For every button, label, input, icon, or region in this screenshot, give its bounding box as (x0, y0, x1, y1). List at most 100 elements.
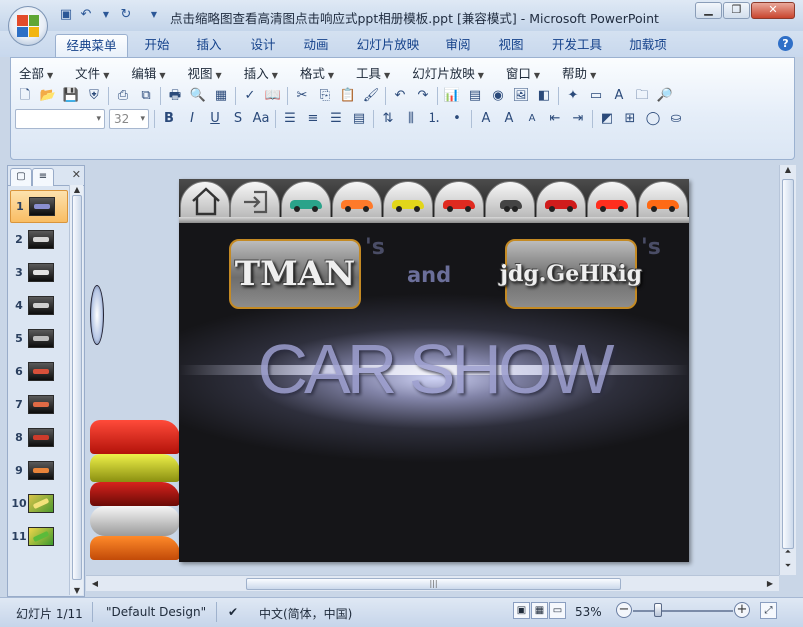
publish-icon[interactable]: ⧉ (136, 86, 156, 106)
menu-insert[interactable]: 插入 ▼ (244, 63, 278, 82)
slide-thumb[interactable]: 9 (10, 454, 68, 487)
language-indicator[interactable]: 中文(简体，中国) (259, 605, 352, 622)
slide-thumb[interactable]: 11 (10, 520, 68, 553)
shape-icon[interactable]: ◯ (643, 109, 663, 129)
undo-icon[interactable]: ↶ (78, 7, 94, 23)
preview-icon[interactable]: 🔍 (188, 86, 208, 106)
clip-art-icon[interactable]: ◉ (488, 86, 508, 106)
scroll-up-icon[interactable]: ▲ (70, 185, 84, 194)
zoom-out-button[interactable]: − (616, 602, 632, 618)
tab-outline[interactable]: ≡ (32, 168, 54, 186)
numbering-icon[interactable]: ⒈ (424, 109, 444, 129)
slide-thumb[interactable]: 1 (10, 190, 68, 223)
fit-to-window-button[interactable]: ⤢ (760, 602, 777, 619)
editor-vertical-scrollbar[interactable]: ▲ ⏶ ⏷ (779, 165, 796, 575)
car-nav-button[interactable] (638, 181, 688, 219)
zoom-slider-thumb[interactable] (654, 603, 662, 617)
car-nav-button[interactable] (536, 181, 586, 219)
slide-thumb[interactable]: 3 (10, 256, 68, 289)
next-slide-icon[interactable]: ⏷ (780, 561, 796, 571)
slide-canvas[interactable]: TMAN 's and jdg.GeHRig 's CAR SHOW (179, 179, 689, 562)
tab-developer[interactable]: 开发工具 (546, 34, 608, 57)
font-name-combo[interactable] (15, 109, 105, 129)
scroll-right-icon[interactable]: ▶ (763, 579, 777, 588)
text-direction-icon[interactable]: ⇅ (378, 109, 398, 129)
open-icon[interactable]: 📂 (38, 86, 58, 106)
scroll-thumb[interactable] (72, 195, 82, 580)
cut-icon[interactable]: ✂ (292, 86, 312, 106)
align-center-icon[interactable]: ≡ (303, 109, 323, 129)
scroll-thumb[interactable] (782, 179, 794, 549)
tab-insert[interactable]: 插入 (190, 34, 228, 57)
italic-icon[interactable]: I (182, 109, 202, 129)
decrease-font-icon[interactable]: A (522, 109, 542, 129)
font-size-combo[interactable]: 32 (109, 109, 149, 129)
text-box-icon[interactable]: A (609, 86, 629, 106)
fill-icon[interactable]: ⛀ (666, 109, 686, 129)
tab-view[interactable]: 视图 (492, 34, 530, 57)
tab-slides[interactable]: ▢ (10, 168, 32, 186)
editor-horizontal-scrollbar[interactable]: ◀ ||| ▶ (86, 575, 779, 591)
menu-window[interactable]: 窗口 ▼ (506, 63, 540, 82)
left-name-badge[interactable]: TMAN (229, 239, 361, 309)
tab-slideshow[interactable]: 幻灯片放映 (352, 34, 424, 57)
car-nav-button[interactable] (587, 181, 637, 219)
color-grayscale-icon[interactable]: ◧ (534, 86, 554, 106)
scroll-thumb[interactable]: ||| (246, 578, 621, 590)
new-slide-icon[interactable]: ⊞ (620, 109, 640, 129)
format-painter-icon[interactable]: 🖌 (361, 86, 381, 106)
slide-thumb[interactable]: 8 (10, 421, 68, 454)
slides-pane-scrollbar[interactable]: ▲ ▼ (69, 185, 83, 595)
insert-chart-icon[interactable]: 📊 (442, 86, 462, 106)
slide-layout-icon[interactable]: ▭ (586, 86, 606, 106)
exit-nav-button[interactable] (230, 181, 280, 219)
tab-design[interactable]: 设计 (244, 34, 282, 57)
columns-icon[interactable]: ⫼ (401, 109, 421, 129)
slide-sorter-view-button[interactable]: ▦ (531, 602, 548, 619)
home-nav-button[interactable] (180, 181, 230, 219)
chevron-down-icon[interactable]: ▼ (98, 7, 114, 23)
slideshow-view-button[interactable]: ▭ (549, 602, 566, 619)
scroll-up-icon[interactable]: ▲ (780, 165, 796, 174)
font-color-icon[interactable]: A (476, 109, 496, 129)
slide-headline[interactable]: CAR SHOW (179, 329, 689, 409)
normal-view-button[interactable]: ▣ (513, 602, 530, 619)
redo-icon[interactable]: ↻ (118, 7, 134, 23)
menu-tools[interactable]: 工具 ▼ (356, 63, 390, 82)
car-nav-button[interactable] (383, 181, 433, 219)
design-icon[interactable]: ◩ (597, 109, 617, 129)
bold-icon[interactable]: B (159, 109, 179, 129)
print-preview-icon[interactable]: ⎙ (113, 86, 133, 106)
right-name-badge[interactable]: jdg.GeHRig (500, 239, 642, 309)
car-nav-button[interactable] (332, 181, 382, 219)
menu-file[interactable]: 文件 ▼ (75, 63, 109, 82)
slide-thumb[interactable]: 2 (10, 223, 68, 256)
insert-table-icon[interactable]: ▤ (465, 86, 485, 106)
previous-slide-icon[interactable]: ⏶ (780, 547, 796, 557)
slide-thumb[interactable]: 4 (10, 289, 68, 322)
insert-picture-icon[interactable]: 🖼 (511, 86, 531, 106)
theme-name[interactable]: "Default Design" (106, 605, 206, 619)
redo-icon[interactable]: ↷ (413, 86, 433, 106)
customize-qat-icon[interactable]: ▼ (146, 7, 162, 23)
paste-icon[interactable]: 📋 (338, 86, 358, 106)
grid-icon[interactable]: ▦ (211, 86, 231, 106)
zoom-icon[interactable]: 🔎 (655, 86, 675, 106)
tab-animation[interactable]: 动画 (297, 34, 335, 57)
change-case-icon[interactable]: Aa (251, 109, 271, 129)
car-nav-button[interactable] (434, 181, 484, 219)
undo-icon[interactable]: ↶ (390, 86, 410, 106)
scroll-left-icon[interactable]: ◀ (88, 579, 102, 588)
slide-thumb[interactable]: 7 (10, 388, 68, 421)
tab-classic-menu[interactable]: 经典菜单 (55, 34, 128, 57)
new-icon[interactable]: 🗋 (15, 86, 35, 106)
scroll-down-icon[interactable]: ▼ (70, 586, 84, 595)
zoom-level[interactable]: 53% (575, 605, 602, 619)
help-icon[interactable]: ? (778, 36, 793, 51)
tab-review[interactable]: 审阅 (439, 34, 477, 57)
slide-thumb[interactable]: 5 (10, 322, 68, 355)
close-icon[interactable]: ✕ (72, 168, 81, 181)
underline-icon[interactable]: U (205, 109, 225, 129)
open-folder-icon[interactable]: 🗀 (632, 86, 652, 106)
shadow-icon[interactable]: S (228, 109, 248, 129)
